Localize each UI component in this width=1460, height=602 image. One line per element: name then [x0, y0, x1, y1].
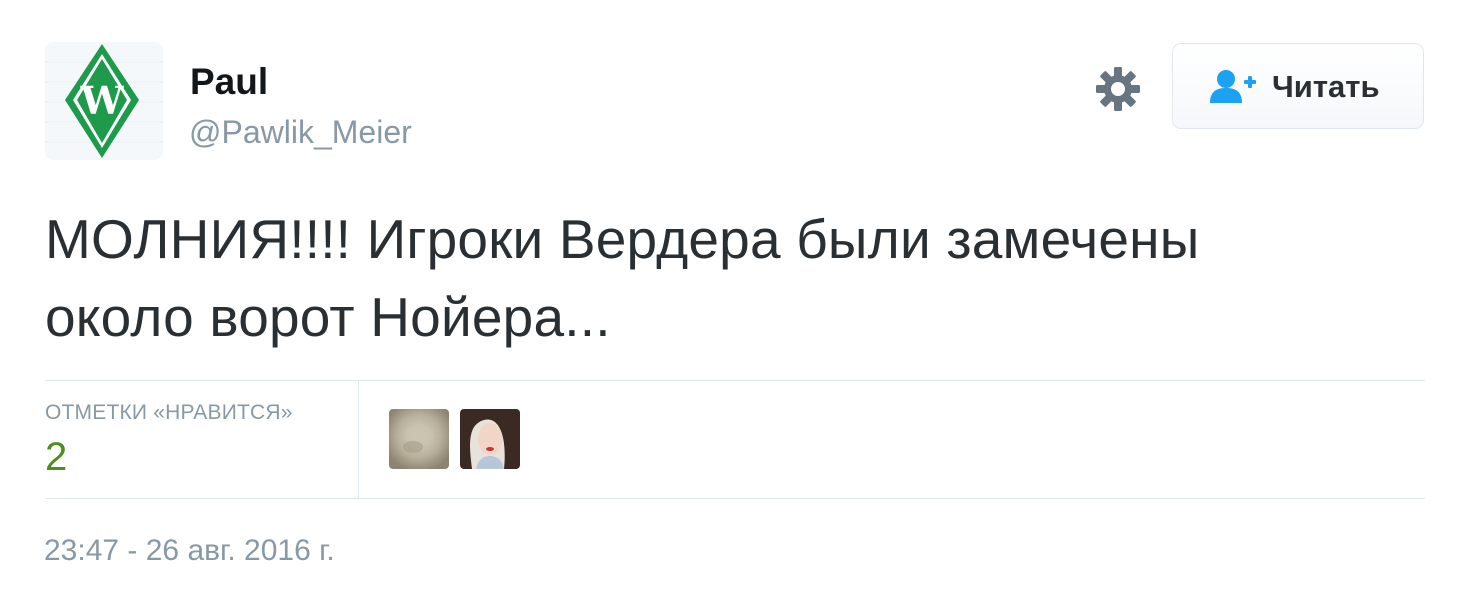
likes-stat[interactable]: ОТМЕТКИ «НРАВИТСЯ» 2 — [45, 381, 359, 498]
tweet-stats: ОТМЕТКИ «НРАВИТСЯ» 2 — [45, 380, 1425, 499]
svg-text:W: W — [80, 78, 125, 123]
follow-button-label: Читать — [1272, 69, 1380, 104]
werder-bremen-logo-icon: W — [45, 42, 163, 160]
liker-avatar-1[interactable] — [389, 409, 449, 469]
liker-avatar-2[interactable] — [460, 409, 520, 469]
author-name[interactable]: Paul — [190, 60, 268, 104]
tweet-text: МОЛНИЯ!!!! Игроки Вердера были замечены … — [45, 200, 1435, 356]
tweet-text-line: около ворот Нойера... — [45, 286, 611, 348]
tweet-text-line: МОЛНИЯ!!!! Игроки Вердера были замечены — [45, 208, 1200, 270]
likes-label: ОТМЕТКИ «НРАВИТСЯ» — [45, 401, 293, 424]
gear-icon[interactable] — [1093, 64, 1143, 114]
add-user-icon — [1210, 69, 1258, 110]
follow-button[interactable]: Читать — [1172, 43, 1424, 129]
tweet-timestamp[interactable]: 23:47 - 26 авг. 2016 г. — [44, 533, 335, 569]
author-handle[interactable]: @Pawlik_Meier — [189, 113, 412, 151]
likes-count: 2 — [45, 435, 68, 479]
author-avatar[interactable]: W — [45, 42, 163, 160]
